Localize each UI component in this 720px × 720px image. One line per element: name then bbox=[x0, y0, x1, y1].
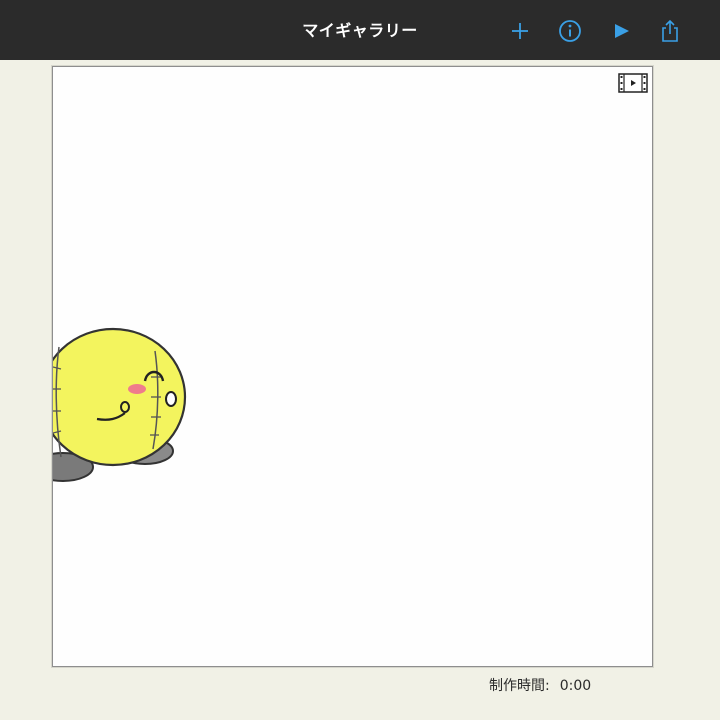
artwork-canvas[interactable] bbox=[52, 66, 653, 667]
share-icon bbox=[662, 19, 678, 42]
top-navigation-bar: マイギャラリー bbox=[0, 0, 720, 60]
share-button[interactable] bbox=[653, 14, 687, 48]
yellow-ball-character-illustration bbox=[53, 327, 187, 482]
plus-icon bbox=[512, 23, 528, 39]
info-button[interactable] bbox=[553, 14, 587, 48]
play-icon bbox=[615, 24, 629, 38]
production-time-value: 0:00 bbox=[559, 678, 592, 694]
add-button[interactable] bbox=[503, 14, 537, 48]
play-button[interactable] bbox=[605, 14, 639, 48]
info-icon bbox=[559, 20, 581, 42]
video-film-icon bbox=[618, 73, 648, 93]
production-time: 制作時間: 0:00 bbox=[489, 676, 591, 696]
production-time-label: 制作時間: bbox=[489, 678, 550, 694]
